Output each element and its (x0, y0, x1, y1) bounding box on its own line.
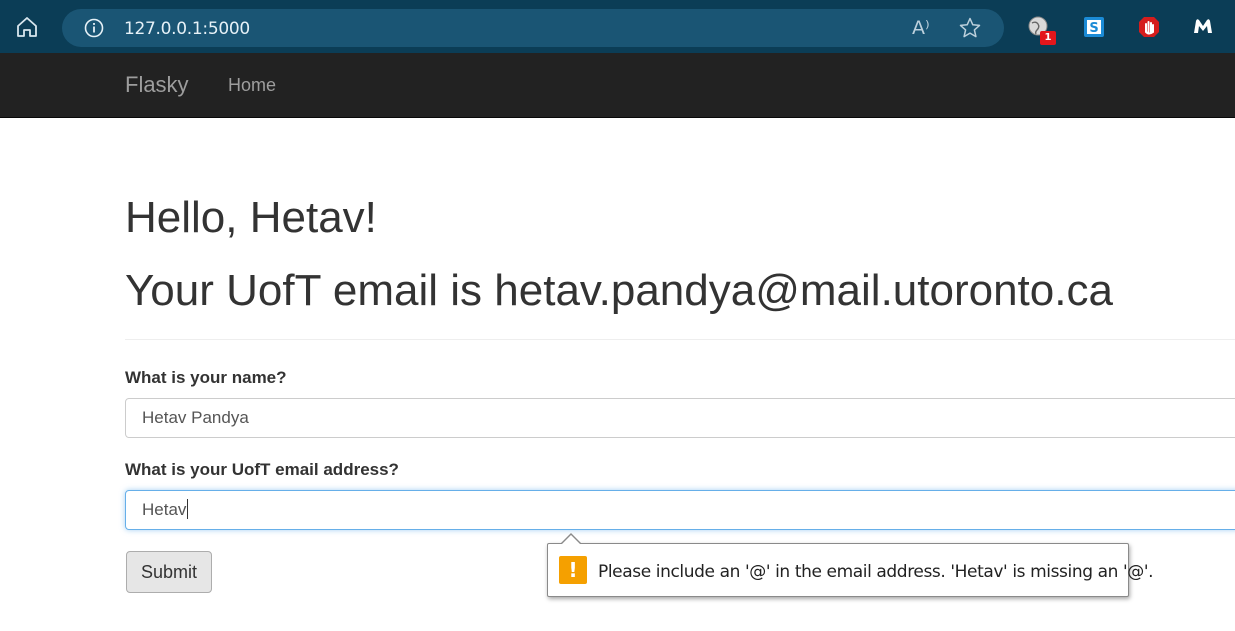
greeting-heading: Hello, Hetav! (125, 193, 377, 242)
navbar-brand[interactable]: Flasky (125, 72, 189, 98)
nav-link-home[interactable]: Home (228, 75, 276, 96)
favorite-star-icon[interactable] (958, 16, 982, 40)
text-caret (187, 499, 189, 519)
name-label: What is your name? (125, 368, 287, 387)
header-divider (125, 339, 1235, 340)
browser-toolbar: 127.0.0.1:5000 A⁾ 1 S (0, 0, 1235, 53)
submit-button[interactable]: Submit (126, 551, 212, 593)
email-heading: Your UofT email is hetav.pandya@mail.uto… (125, 266, 1113, 315)
email-label: What is your UofT email address? (125, 460, 399, 479)
extension-s-icon[interactable]: S (1081, 14, 1107, 40)
home-icon[interactable] (14, 14, 40, 40)
address-bar[interactable]: 127.0.0.1:5000 A⁾ (62, 9, 1004, 47)
name-input[interactable]: Hetav Pandya (125, 398, 1235, 438)
warning-icon: ! (559, 556, 587, 584)
svg-text:S: S (1089, 21, 1098, 36)
name-input-value: Hetav Pandya (142, 408, 249, 427)
malwarebytes-icon[interactable] (1190, 14, 1216, 40)
extension-badge: 1 (1040, 31, 1056, 45)
url-text[interactable]: 127.0.0.1:5000 (124, 19, 250, 39)
read-aloud-icon[interactable]: A⁾ (912, 17, 930, 39)
validation-tooltip: ! Please include an '@' in the email add… (547, 533, 1154, 597)
site-navbar: Flasky Home (0, 53, 1235, 118)
validation-message: Please include an '@' in the email addre… (598, 562, 1154, 582)
adblock-hand-icon[interactable] (1136, 14, 1162, 40)
email-input[interactable]: Hetav (125, 490, 1235, 530)
info-icon[interactable] (84, 18, 104, 38)
email-input-value: Hetav (142, 500, 187, 519)
tooltip-arrow-fill (561, 535, 581, 545)
